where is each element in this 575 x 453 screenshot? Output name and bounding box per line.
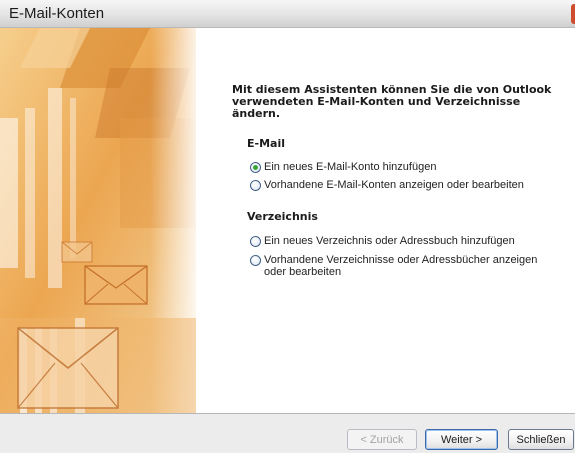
radio-option-new-email-account[interactable]: Ein neues E-Mail-Konto hinzufügen <box>250 162 436 173</box>
option-label: Ein neues E-Mail-Konto hinzufügen <box>264 161 437 173</box>
email-section-heading: E-Mail <box>247 137 285 150</box>
radio-button[interactable] <box>250 236 261 247</box>
envelope-icon <box>84 265 148 305</box>
intro-line-2: verwendeten E-Mail-Konten und Verzeichni… <box>232 95 521 120</box>
radio-option-view-email-accounts[interactable]: Vorhandene E-Mail-Konten anzeigen oder b… <box>250 180 524 191</box>
directory-section-heading: Verzeichnis <box>247 210 318 223</box>
option-label-line-1: Vorhandene Verzeichnisse oder Adressbüch… <box>264 254 538 266</box>
next-button[interactable]: Weiter > <box>425 429 498 450</box>
wizard-intro: Mit diesem Assistenten können Sie die vo… <box>232 84 572 120</box>
radio-option-new-directory[interactable]: Ein neues Verzeichnis oder Adressbuch hi… <box>250 236 515 247</box>
option-label-line-2: oder bearbeiten <box>264 266 342 278</box>
title-bar: E-Mail-Konten <box>0 0 575 28</box>
radio-option-view-directories[interactable]: Vorhandene Verzeichnisse oder Adressbüch… <box>250 255 537 278</box>
back-button[interactable]: < Zurück <box>347 429 417 450</box>
radio-button[interactable] <box>250 255 261 266</box>
wizard-button-bar: < Zurück Weiter > Schließen <box>0 413 575 453</box>
radio-button-selected[interactable] <box>250 162 261 173</box>
option-label: Vorhandene E-Mail-Konten anzeigen oder b… <box>264 179 524 191</box>
radio-button[interactable] <box>250 180 261 191</box>
option-label: Ein neues Verzeichnis oder Adressbuch hi… <box>264 235 515 247</box>
option-label: Vorhandene Verzeichnisse oder Adressbüch… <box>264 255 537 278</box>
close-button[interactable]: Schließen <box>508 429 574 450</box>
envelope-icon <box>17 327 119 409</box>
close-icon[interactable] <box>571 4 575 24</box>
wizard-banner-image <box>0 28 196 413</box>
envelope-icon <box>61 241 93 263</box>
window-title: E-Mail-Konten <box>9 5 105 22</box>
